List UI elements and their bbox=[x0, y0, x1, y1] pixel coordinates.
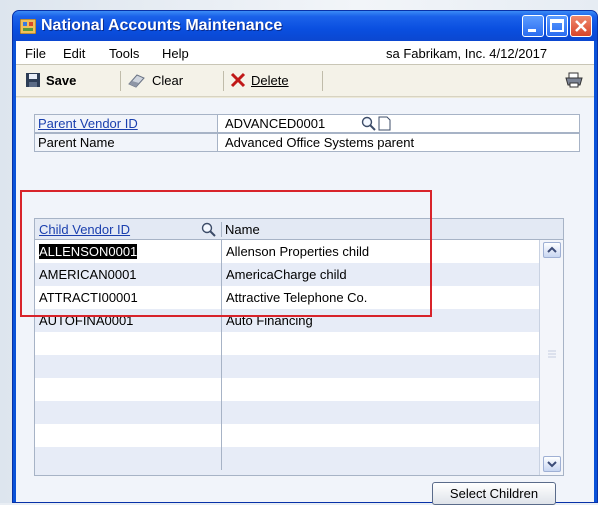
select-children-label: Select Children bbox=[449, 486, 539, 501]
empty-row[interactable] bbox=[35, 378, 539, 401]
title-bar[interactable]: National Accounts Maintenance bbox=[13, 11, 597, 41]
delete-label: Delete bbox=[251, 72, 289, 88]
scroll-grip-icon bbox=[548, 350, 556, 358]
menu-file[interactable]: File bbox=[25, 46, 46, 61]
parent-vendor-row: Parent Vendor ID ADVANCED0001 bbox=[34, 114, 580, 133]
parent-name-row: Parent Name Advanced Office Systems pare… bbox=[34, 133, 580, 152]
chevron-down-icon bbox=[547, 461, 557, 468]
menu-bar: File Edit Tools Help sa Fabrikam, Inc. 4… bbox=[16, 41, 594, 65]
clear-button[interactable]: Clear bbox=[127, 72, 183, 88]
select-children-button[interactable]: Select Children bbox=[432, 482, 556, 505]
delete-button[interactable]: Delete bbox=[230, 72, 289, 88]
close-icon bbox=[575, 20, 587, 32]
scroll-down-button[interactable] bbox=[543, 456, 561, 472]
grid-vertical-scrollbar[interactable] bbox=[539, 240, 563, 475]
toolbar-separator bbox=[322, 71, 323, 91]
minimize-icon bbox=[528, 29, 536, 32]
minimize-button[interactable] bbox=[522, 15, 544, 37]
menu-help[interactable]: Help bbox=[162, 46, 189, 61]
toolbar: Save Clear Delete bbox=[16, 65, 594, 97]
empty-row[interactable] bbox=[35, 447, 539, 475]
menu-edit[interactable]: Edit bbox=[63, 46, 85, 61]
empty-row[interactable] bbox=[35, 332, 539, 355]
empty-row[interactable] bbox=[35, 401, 539, 424]
menu-tools[interactable]: Tools bbox=[109, 46, 139, 61]
company-date-info: sa Fabrikam, Inc. 4/12/2017 bbox=[386, 46, 548, 61]
window-title: National Accounts Maintenance bbox=[41, 17, 283, 34]
toolbar-separator bbox=[120, 71, 121, 91]
toolbar-separator bbox=[223, 71, 224, 91]
print-button[interactable] bbox=[565, 72, 583, 88]
highlight-annotation-box bbox=[20, 190, 432, 317]
empty-row[interactable] bbox=[35, 355, 539, 378]
close-button[interactable] bbox=[570, 15, 592, 37]
chevron-up-icon bbox=[547, 246, 557, 253]
scroll-up-button[interactable] bbox=[543, 242, 561, 258]
parent-vendor-id-input[interactable]: ADVANCED0001 bbox=[219, 116, 325, 131]
parent-vendor-id-label[interactable]: Parent Vendor ID bbox=[35, 115, 218, 132]
clear-label: Clear bbox=[152, 72, 184, 88]
save-button[interactable]: Save bbox=[25, 72, 76, 88]
maximize-button[interactable] bbox=[546, 15, 568, 37]
parent-name-value: Advanced Office Systems parent bbox=[225, 135, 415, 150]
printer-icon bbox=[565, 72, 583, 88]
empty-row[interactable] bbox=[35, 424, 539, 447]
save-label: Save bbox=[46, 72, 77, 88]
parent-name-label: Parent Name bbox=[35, 134, 218, 151]
app-icon bbox=[20, 19, 36, 34]
new-document-icon[interactable] bbox=[378, 116, 391, 131]
maximize-icon bbox=[550, 19, 564, 32]
lookup-icon[interactable] bbox=[361, 116, 376, 131]
delete-x-icon bbox=[230, 72, 246, 88]
save-icon bbox=[26, 73, 40, 87]
eraser-icon bbox=[128, 74, 145, 88]
